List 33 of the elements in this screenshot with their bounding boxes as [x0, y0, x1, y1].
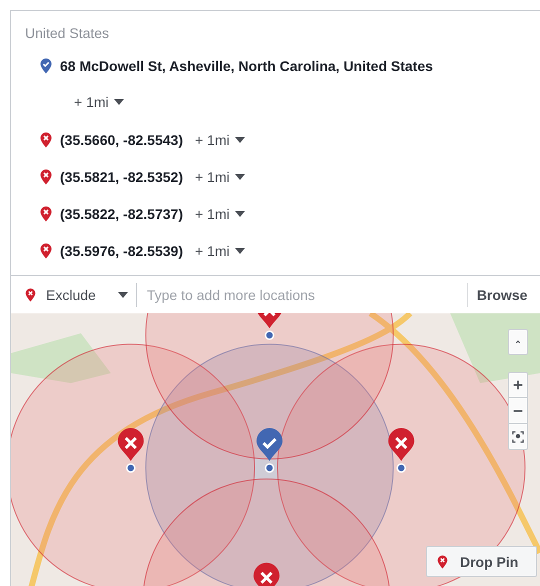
- caret-icon: [118, 292, 128, 298]
- location-label: (35.5822, -82.5737): [60, 206, 183, 222]
- radius-dropdown[interactable]: + 1mi: [190, 242, 249, 258]
- caret-icon: [234, 174, 245, 180]
- radius-dropdown[interactable]: + 1mi: [190, 132, 249, 148]
- location-label: (35.5976, -82.5539): [60, 242, 183, 258]
- cross-pin-icon: [25, 288, 36, 302]
- location-label: 68 McDowell St, Asheville, North Carolina, United States: [60, 57, 434, 76]
- recenter-button[interactable]: [508, 424, 528, 450]
- cross-pin-icon[interactable]: [256, 313, 282, 340]
- cross-pin-icon[interactable]: [118, 428, 144, 473]
- exclude-dropdown[interactable]: Exclude: [11, 282, 137, 306]
- check-pin-icon[interactable]: [256, 428, 282, 473]
- radius-dropdown[interactable]: + 1mi: [190, 168, 249, 184]
- browse-button[interactable]: Browse: [468, 286, 528, 302]
- caret-icon: [114, 99, 124, 105]
- radius-dropdown[interactable]: + 1mi: [70, 83, 128, 121]
- plus-icon: [512, 379, 524, 391]
- radius-dropdown[interactable]: + 1mi: [190, 206, 249, 222]
- cross-pin-icon[interactable]: [254, 562, 280, 586]
- country-heading: United States: [24, 24, 110, 41]
- caret-icon: [234, 136, 245, 142]
- focus-frame-icon: [512, 430, 524, 442]
- drop-pin-button[interactable]: Drop Pin: [426, 546, 537, 577]
- location-label: (35.5821, -82.5352): [60, 168, 183, 184]
- street-map-drawing[interactable]: [11, 313, 540, 586]
- cross-pin-icon[interactable]: [388, 428, 414, 473]
- caret-icon: [234, 248, 245, 254]
- location-label: (35.5660, -82.5543): [60, 132, 183, 148]
- zoom-out-button[interactable]: [508, 398, 528, 424]
- cross-pin-icon: [437, 554, 448, 568]
- zoom-in-button[interactable]: [508, 372, 528, 398]
- caret-icon: [234, 210, 245, 216]
